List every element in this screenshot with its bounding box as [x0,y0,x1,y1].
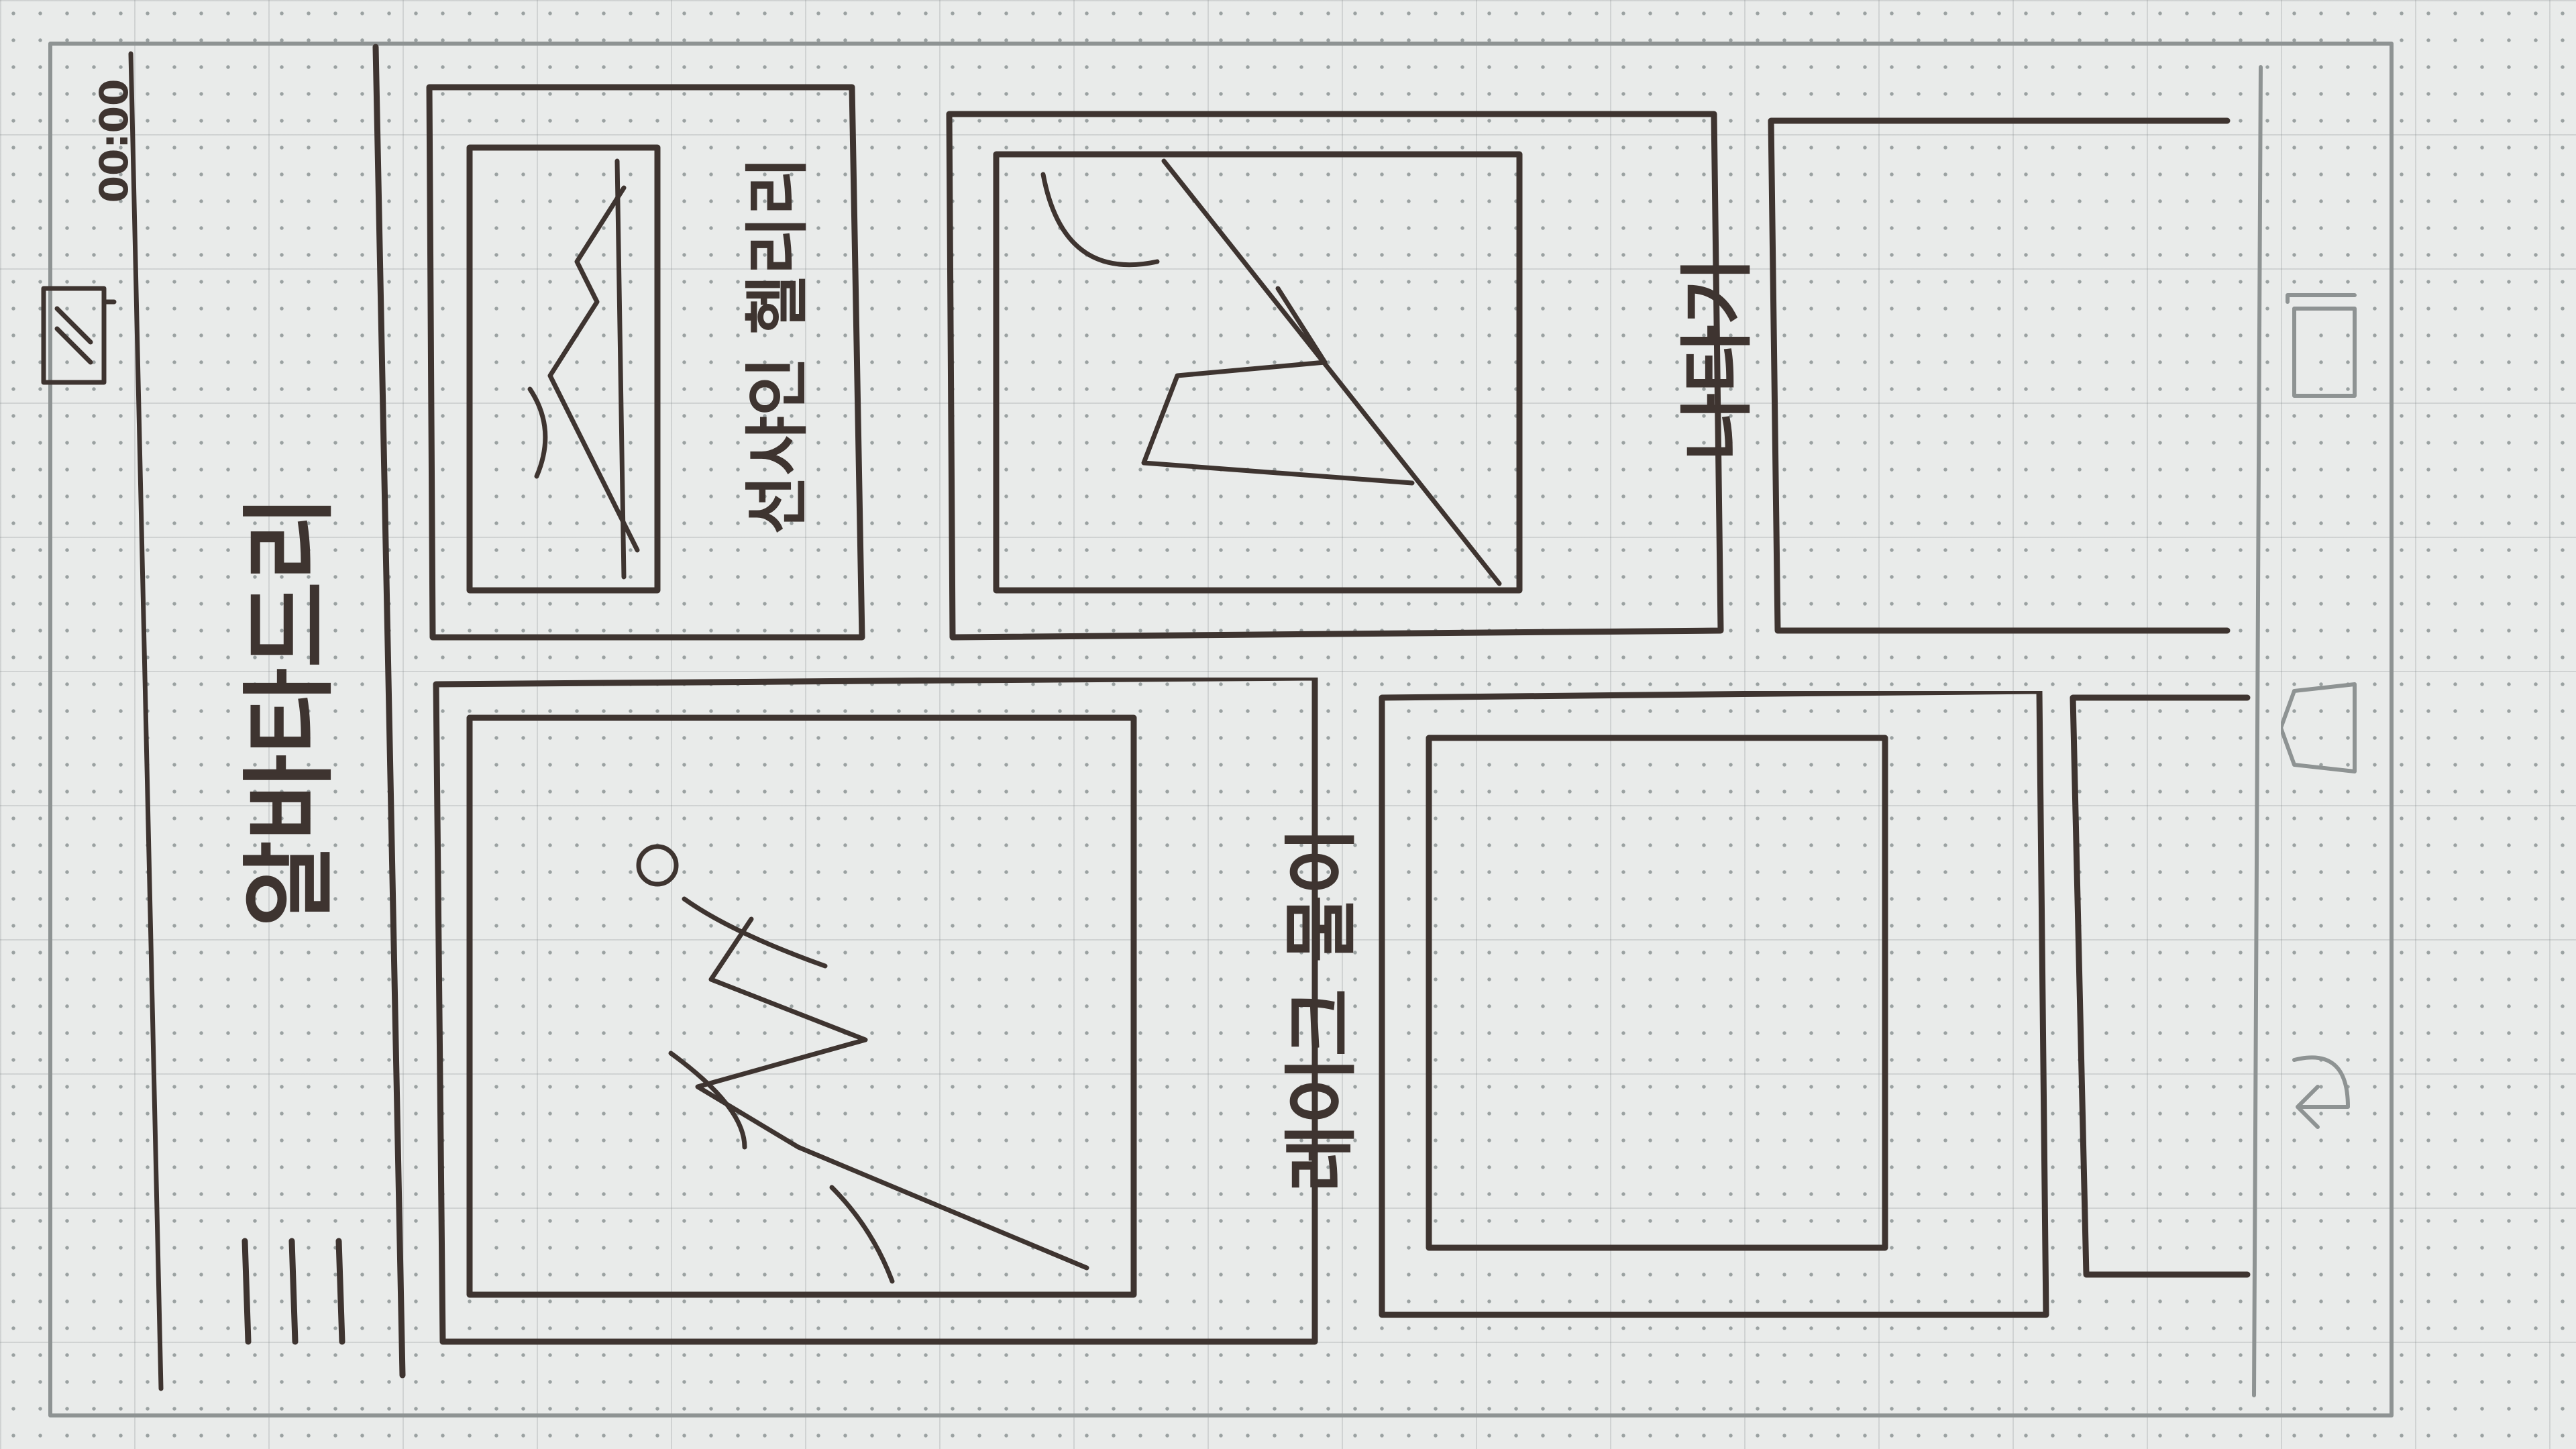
image-placeholder-icon [1426,735,1888,1251]
card-empty-1[interactable] [1375,688,2053,1328]
card-empty-2-label [1898,342,2100,409]
app-title: 알바타드리 [235,495,345,928]
card-empty-3[interactable] [2066,691,2254,1281]
status-bar-divider [128,51,164,1391]
card-sunshine-label: 선샤인 헬리리 [739,156,815,535]
status-time: 00:00 [91,78,137,203]
recents-icon[interactable] [2281,282,2375,409]
card-nataki-label: 나타기 [1674,257,1760,461]
card-empty-3-label [2066,946,2254,1013]
card-lake-label: 레이크 물이 [1279,826,1364,1193]
image-placeholder-icon [466,714,1137,1298]
card-empty-2[interactable] [1764,114,2234,637]
image-placeholder-icon [993,151,1523,594]
card-sunshine[interactable]: 선샤인 헬리리 [423,80,865,644]
app-bar-divider [372,44,406,1379]
back-icon[interactable] [2281,1033,2375,1167]
nav-bar-divider [2252,65,2263,1397]
card-lake[interactable]: 레이크 물이 [429,674,1364,1348]
card-nataki[interactable]: 나타기 [943,107,1760,644]
image-placeholder-icon [466,144,661,594]
hamburger-menu-icon[interactable] [225,1228,359,1348]
home-icon[interactable] [2279,657,2375,792]
signal-icon [37,282,117,396]
